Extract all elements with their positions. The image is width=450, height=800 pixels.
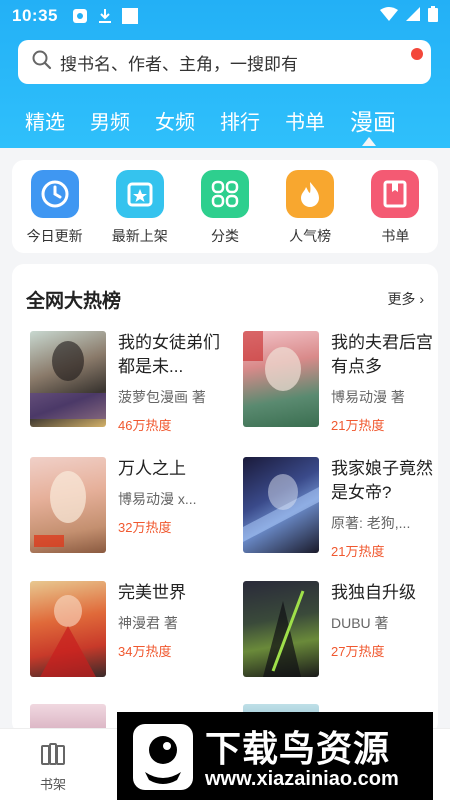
more-label: 更多 [387,291,416,307]
fire-icon [286,170,335,218]
notification-icon [72,8,88,24]
book-card[interactable]: 我的女徒弟们都是未... 菠萝包漫画 著 46万热度 [30,331,235,433]
book-card[interactable]: 我家娘子竟然是女帝? 原著: 老狗,... 21万热度 [243,457,438,559]
book-author: 神漫君 著 [118,615,178,631]
header: 10:35 搜书名、作者、主角，一搜即有 精选 男频 女频 排行 书单 漫画 [0,0,450,148]
quick-today-update[interactable]: 今日更新 [15,170,95,253]
panel-title: 全网大热榜 [26,290,122,312]
tab-booklist[interactable]: 书单 [285,106,325,135]
bookshelf-icon [40,743,66,770]
book-author: 菠萝包漫画 著 [118,389,206,405]
tab-comics[interactable]: 漫画 [350,103,396,137]
book-title: 万人之上 [118,459,186,478]
quick-label: 人气榜 [289,228,332,244]
banner-title: 下载鸟资源 [205,728,391,769]
quick-new-arrivals[interactable]: 最新上架 [100,170,180,253]
status-bar: 10:35 [0,0,450,32]
download-icon [98,8,112,24]
book-author: DUBU 著 [331,615,389,631]
book-title: 我家娘子竟然是女帝? [331,459,433,502]
watermark-banner: 下载鸟资源 www.xiazainiao.com [117,712,433,800]
tab-female[interactable]: 女频 [155,106,195,135]
book-cover [30,581,106,677]
book-card[interactable]: 我独自升级 DUBU 著 27万热度 [243,581,438,681]
nav-label: 书架 [40,777,67,792]
book-title: 完美世界 [118,583,186,602]
tab-featured[interactable]: 精选 [25,106,65,135]
bookmark-book-icon [371,170,420,218]
quick-popular[interactable]: 人气榜 [270,170,350,253]
quick-label: 今日更新 [26,228,83,244]
square-icon [121,8,138,24]
star-box-icon [115,170,164,218]
search-icon [32,50,52,75]
book-heat: 34万热度 [118,644,172,659]
book-card[interactable]: 万人之上 博易动漫 x... 32万热度 [30,457,235,557]
book-cover [243,457,319,553]
category-tabs: 精选 男频 女频 排行 书单 漫画 [0,100,450,140]
hot-ranking-panel: 全网大热榜 更多 › 我的女徒弟们都是未... 菠萝包漫画 著 46万热度 我的… [12,264,438,734]
book-author: 博易动漫 x... [118,491,197,507]
quick-label: 书单 [381,228,410,244]
book-heat: 21万热度 [331,418,385,433]
book-author: 原著: 老狗,... [331,515,411,531]
chevron-right-icon: › [419,291,424,307]
book-cover [243,331,319,427]
book-heat: 32万热度 [118,520,172,535]
quick-label: 分类 [210,228,239,244]
bird-logo-icon [131,722,195,792]
book-heat: 46万热度 [118,418,172,433]
grid-icon [200,170,249,218]
active-tab-indicator [362,137,376,146]
book-heat: 27万热度 [331,644,385,659]
book-author: 博易动漫 著 [331,389,405,405]
search-placeholder: 搜书名、作者、主角，一搜即有 [60,54,298,74]
book-cover [243,581,319,677]
book-cover [30,457,106,553]
signal-icon [406,6,420,26]
nav-bookshelf[interactable]: 书架 [40,743,66,793]
quick-entry-bar: 今日更新 最新上架 分类 人气榜 书单 [12,160,438,253]
red-dot-badge [411,48,423,60]
battery-icon [428,5,438,27]
book-title: 我的夫君后宫有点多 [331,333,433,376]
quick-categories[interactable]: 分类 [185,170,265,253]
clock-icon [30,170,79,218]
book-card[interactable]: 完美世界 神漫君 著 34万热度 [30,581,235,681]
status-time: 10:35 [12,6,58,25]
wifi-icon [380,6,398,26]
book-card[interactable]: 我的夫君后宫有点多 博易动漫 著 21万热度 [243,331,438,433]
quick-label: 最新上架 [111,228,168,244]
book-cover [30,331,106,427]
banner-url: www.xiazainiao.com [205,768,399,790]
book-title: 我的女徒弟们都是未... [118,333,220,376]
tab-male[interactable]: 男频 [90,106,130,135]
more-link[interactable]: 更多 › [387,289,424,309]
book-heat: 21万热度 [331,544,385,559]
search-bar[interactable]: 搜书名、作者、主角，一搜即有 [18,40,431,84]
quick-booklist[interactable]: 书单 [355,170,435,253]
tab-ranking[interactable]: 排行 [220,106,260,135]
book-title: 我独自升级 [331,583,416,602]
